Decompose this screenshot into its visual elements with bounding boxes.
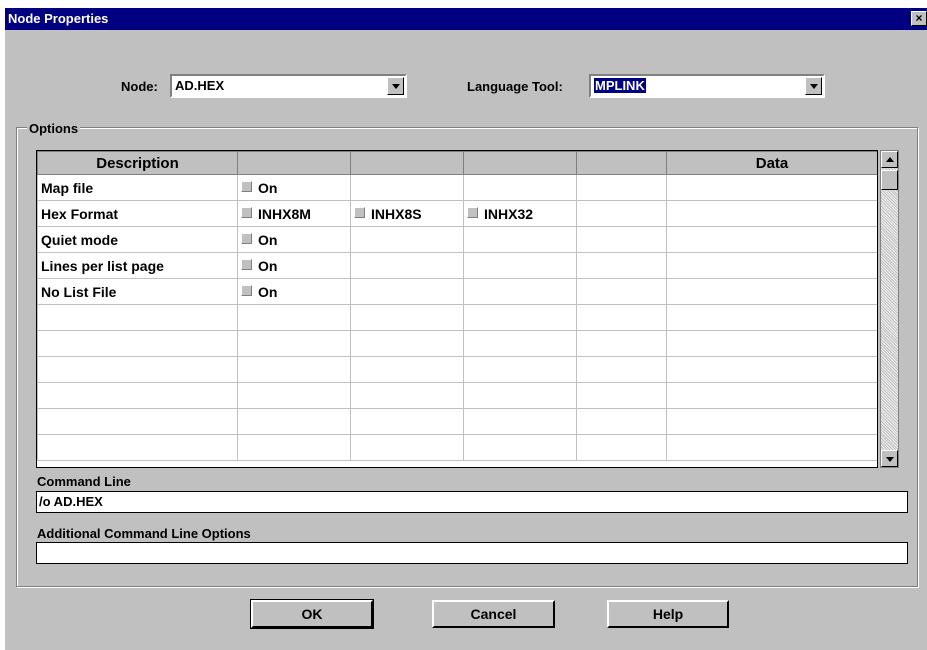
grid-header: Description Data bbox=[37, 151, 877, 175]
column-header bbox=[237, 151, 351, 175]
language-tool-dropdown-button[interactable] bbox=[805, 77, 822, 95]
table-row bbox=[37, 356, 877, 383]
option-checkbox[interactable]: On bbox=[241, 258, 277, 274]
options-label: Options bbox=[27, 121, 81, 136]
column-header: Data bbox=[666, 151, 877, 175]
option-label: On bbox=[258, 231, 278, 248]
table-row[interactable]: Lines per list page On bbox=[37, 252, 877, 279]
scroll-down-button[interactable] bbox=[881, 450, 898, 467]
checkbox-icon bbox=[241, 233, 252, 245]
table-row bbox=[37, 382, 877, 409]
language-tool-select[interactable]: MPLINK bbox=[589, 74, 825, 98]
option-checkbox[interactable]: INHX32 bbox=[467, 206, 533, 222]
node-dropdown-button[interactable] bbox=[387, 77, 404, 95]
command-line-label: Command Line bbox=[37, 474, 131, 489]
checkbox-icon bbox=[241, 285, 252, 297]
close-button[interactable]: × bbox=[911, 11, 927, 26]
checkbox-icon bbox=[467, 207, 478, 219]
chevron-down-icon bbox=[392, 84, 400, 89]
scroll-up-button[interactable] bbox=[881, 151, 898, 168]
arrow-down-icon bbox=[886, 457, 894, 462]
language-tool-value: MPLINK bbox=[594, 78, 646, 93]
option-label: On bbox=[258, 257, 278, 274]
title-bar: Node Properties × bbox=[5, 8, 927, 30]
row-description: Lines per list page bbox=[37, 252, 238, 279]
scroll-thumb[interactable] bbox=[881, 170, 898, 190]
option-checkbox[interactable]: INHX8S bbox=[354, 206, 422, 222]
checkbox-icon bbox=[241, 207, 252, 219]
node-select-value: AD.HEX bbox=[175, 78, 225, 93]
option-label: On bbox=[258, 179, 278, 196]
option-checkbox[interactable]: On bbox=[241, 232, 277, 248]
close-icon: × bbox=[915, 11, 923, 25]
option-label: INHX8S bbox=[371, 205, 422, 222]
table-row[interactable]: Map file On bbox=[37, 174, 877, 201]
additional-options-label: Additional Command Line Options bbox=[37, 526, 251, 541]
table-row[interactable]: Hex Format INHX8M INHX8S INHX32 bbox=[37, 200, 877, 227]
grid-scrollbar[interactable] bbox=[880, 150, 899, 468]
table-row bbox=[37, 434, 877, 461]
row-description: Map file bbox=[37, 174, 238, 201]
option-checkbox[interactable]: On bbox=[241, 180, 277, 196]
column-header: Description bbox=[37, 151, 238, 175]
node-select[interactable]: AD.HEX bbox=[170, 74, 407, 98]
arrow-up-icon bbox=[886, 157, 894, 162]
option-label: On bbox=[258, 283, 278, 300]
additional-options-field[interactable] bbox=[36, 542, 908, 564]
ok-button[interactable]: OK bbox=[250, 599, 374, 629]
table-row bbox=[37, 304, 877, 331]
language-tool-label: Language Tool: bbox=[467, 79, 563, 94]
option-checkbox[interactable]: INHX8M bbox=[241, 206, 311, 222]
dialog-title: Node Properties bbox=[8, 11, 109, 26]
column-header bbox=[463, 151, 577, 175]
checkbox-icon bbox=[354, 207, 365, 219]
table-row[interactable]: Quiet mode On bbox=[37, 226, 877, 253]
table-row[interactable]: No List File On bbox=[37, 278, 877, 305]
cancel-button[interactable]: Cancel bbox=[432, 600, 555, 628]
table-row bbox=[37, 330, 877, 357]
command-line-value: /o AD.HEX bbox=[39, 494, 103, 509]
option-label: INHX32 bbox=[484, 205, 534, 222]
column-header bbox=[576, 151, 667, 175]
row-description: Quiet mode bbox=[37, 226, 238, 253]
checkbox-icon bbox=[241, 259, 252, 271]
help-button[interactable]: Help bbox=[607, 600, 729, 628]
command-line-field[interactable]: /o AD.HEX bbox=[36, 491, 908, 513]
option-label: INHX8M bbox=[258, 205, 311, 222]
option-checkbox[interactable]: On bbox=[241, 284, 277, 300]
row-description: Hex Format bbox=[37, 200, 238, 227]
node-properties-dialog: Node Properties × Node: AD.HEX Language … bbox=[5, 8, 927, 650]
column-header bbox=[350, 151, 464, 175]
table-row bbox=[37, 408, 877, 435]
options-grid: Description Data Map file On Hex Format … bbox=[36, 150, 878, 468]
row-description: No List File bbox=[37, 278, 238, 305]
checkbox-icon bbox=[241, 181, 252, 193]
node-label: Node: bbox=[121, 79, 158, 94]
chevron-down-icon bbox=[810, 84, 818, 89]
